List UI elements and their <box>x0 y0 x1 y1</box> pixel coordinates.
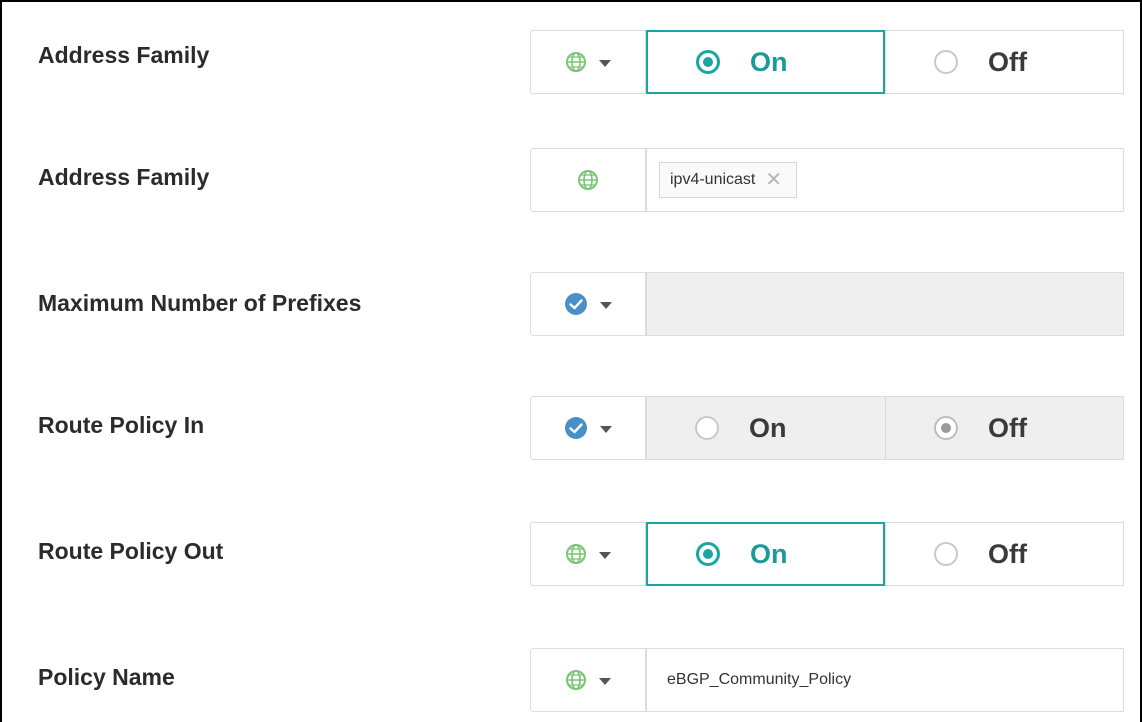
chevron-down-icon <box>599 552 611 559</box>
option-off-label: Off <box>988 538 1027 569</box>
option-off: Off <box>885 396 1124 460</box>
radio-selected-icon <box>696 542 720 566</box>
option-on-label: On <box>749 412 787 443</box>
option-off[interactable]: Off <box>885 522 1124 586</box>
route-policy-in-label: Route Policy In <box>38 412 205 438</box>
scope-dropdown[interactable] <box>530 396 646 460</box>
address-family-tag-input[interactable]: ipv4-unicast ✕ <box>646 148 1124 212</box>
option-on-label: On <box>750 46 788 77</box>
radio-selected-icon <box>934 416 958 440</box>
check-circle-icon <box>565 417 587 439</box>
address-family-label: Address Family <box>38 42 210 68</box>
check-circle-icon <box>565 293 587 315</box>
radio-empty-icon <box>695 416 719 440</box>
option-on-label: On <box>750 538 788 569</box>
chevron-down-icon <box>600 302 612 309</box>
scope-dropdown[interactable] <box>530 30 646 94</box>
scope-dropdown[interactable] <box>530 272 646 336</box>
on-off-toggle: On Off <box>646 522 1124 586</box>
option-on: On <box>646 396 885 460</box>
chevron-down-icon <box>599 60 611 67</box>
max-prefixes-input <box>646 272 1124 336</box>
globe-icon <box>578 170 598 190</box>
radio-selected-icon <box>696 50 720 74</box>
scope-dropdown[interactable] <box>530 648 646 712</box>
policy-name-label: Policy Name <box>38 664 175 690</box>
option-on[interactable]: On <box>646 522 885 586</box>
option-off-label: Off <box>988 46 1027 77</box>
route-policy-out-label: Route Policy Out <box>38 538 224 564</box>
option-off-label: Off <box>988 412 1027 443</box>
globe-icon <box>566 544 586 564</box>
option-off[interactable]: Off <box>885 30 1124 94</box>
policy-name-input[interactable]: eBGP_Community_Policy <box>646 648 1124 712</box>
address-family-label: Address Family <box>38 164 210 190</box>
radio-empty-icon <box>934 542 958 566</box>
radio-empty-icon <box>934 50 958 74</box>
tag-chip: ipv4-unicast ✕ <box>659 162 798 198</box>
option-on[interactable]: On <box>646 30 885 94</box>
tag-label: ipv4-unicast <box>670 171 756 188</box>
on-off-toggle: On Off <box>646 396 1124 460</box>
on-off-toggle: On Off <box>646 30 1124 94</box>
close-icon[interactable]: ✕ <box>765 170 782 190</box>
globe-icon <box>566 670 586 690</box>
scope-dropdown[interactable] <box>530 522 646 586</box>
globe-icon <box>566 52 586 72</box>
policy-name-value: eBGP_Community_Policy <box>667 671 852 688</box>
scope-indicator <box>530 148 646 212</box>
settings-panel: Address Family On Off Address Family ipv… <box>0 0 1142 722</box>
chevron-down-icon <box>599 678 611 685</box>
chevron-down-icon <box>600 426 612 433</box>
max-prefixes-label: Maximum Number of Prefixes <box>38 290 362 316</box>
